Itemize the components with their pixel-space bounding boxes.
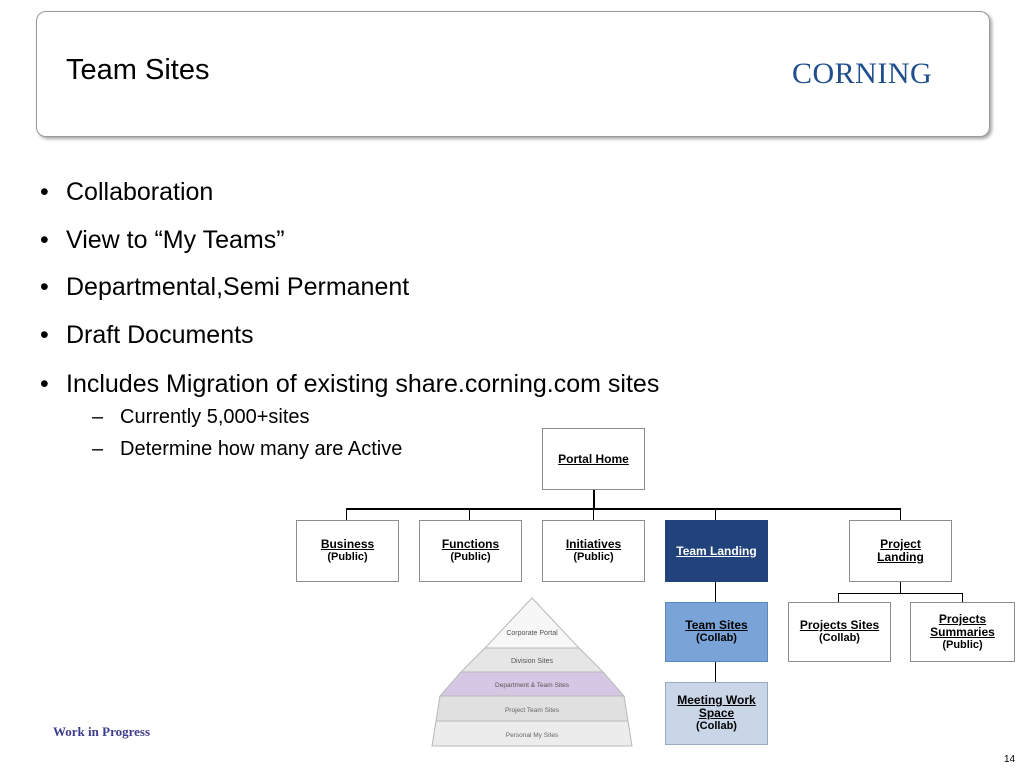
- pyramid-label-corporate: Corporate Portal: [506, 630, 558, 637]
- slide-title: Team Sites: [66, 54, 210, 86]
- project-landing-box: Project Landing: [849, 520, 952, 582]
- meeting-work-space-box: Meeting Work Space (Collab): [665, 682, 768, 745]
- work-in-progress-label: Work in Progress: [53, 724, 151, 739]
- portal-home-box: Portal Home: [542, 428, 645, 490]
- pyramid-label-personal: Personal My Sites: [506, 732, 559, 739]
- projects-sites-box: Projects Sites (Collab): [788, 602, 891, 662]
- business-box: Business (Public): [296, 520, 399, 582]
- site-hierarchy-pyramid: Corporate Portal Division Sites Departme…: [431, 597, 633, 747]
- page-number: 14: [1004, 754, 1016, 765]
- corning-logo: CORNING: [792, 57, 933, 90]
- team-landing-box: Team Landing: [665, 520, 768, 582]
- team-sites-box: Team Sites (Collab): [665, 602, 768, 662]
- pyramid-label-department: Department & Team Sites: [495, 682, 570, 689]
- pyramid-label-division: Division Sites: [511, 658, 554, 665]
- pyramid-label-project: Project Team Sites: [505, 707, 560, 714]
- projects-summaries-box: Projects Summaries (Public): [910, 602, 1015, 662]
- functions-box: Functions (Public): [419, 520, 522, 582]
- pyramid-level-corporate: [483, 597, 581, 649]
- initiatives-box: Initiatives (Public): [542, 520, 645, 582]
